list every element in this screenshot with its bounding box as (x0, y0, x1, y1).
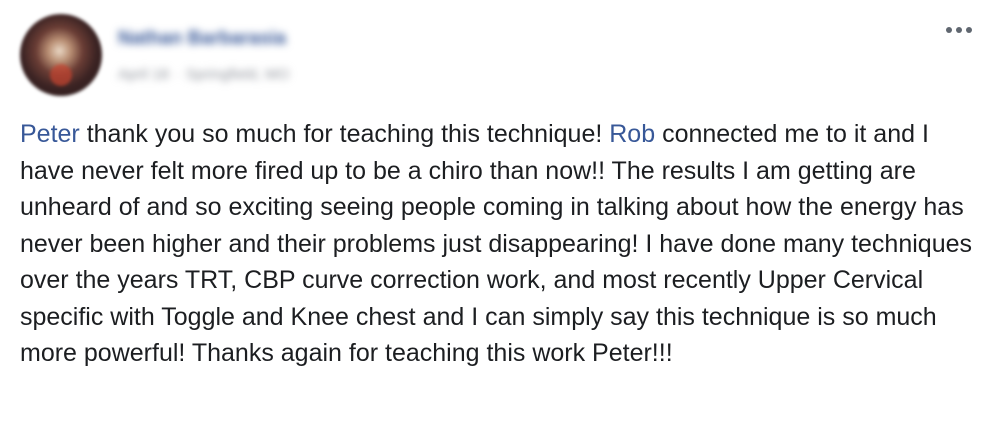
post-body: Peter thank you so much for teaching thi… (20, 116, 975, 372)
post-text-segment: connected me to it and I have never felt… (20, 120, 973, 367)
more-options-button[interactable] (942, 18, 976, 42)
more-options-icon (966, 27, 972, 33)
more-options-icon (946, 27, 952, 33)
post-text-segment: thank you so much for teaching this tech… (79, 120, 610, 148)
post-location[interactable]: Springfield, MO (186, 66, 289, 83)
mention-link-peter[interactable]: Peter (20, 120, 80, 148)
mention-link-rob[interactable]: Rob (609, 120, 655, 148)
author-avatar[interactable] (20, 14, 102, 96)
post-date[interactable]: April 18 (118, 66, 169, 83)
more-options-icon (956, 27, 962, 33)
meta-separator: · (174, 66, 180, 83)
author-name[interactable]: Nathan Barbarasia (118, 28, 286, 50)
post-meta: April 18 · Springfield, MO (118, 66, 289, 83)
facebook-post: Nathan Barbarasia April 18 · Springfield, … (0, 0, 990, 434)
